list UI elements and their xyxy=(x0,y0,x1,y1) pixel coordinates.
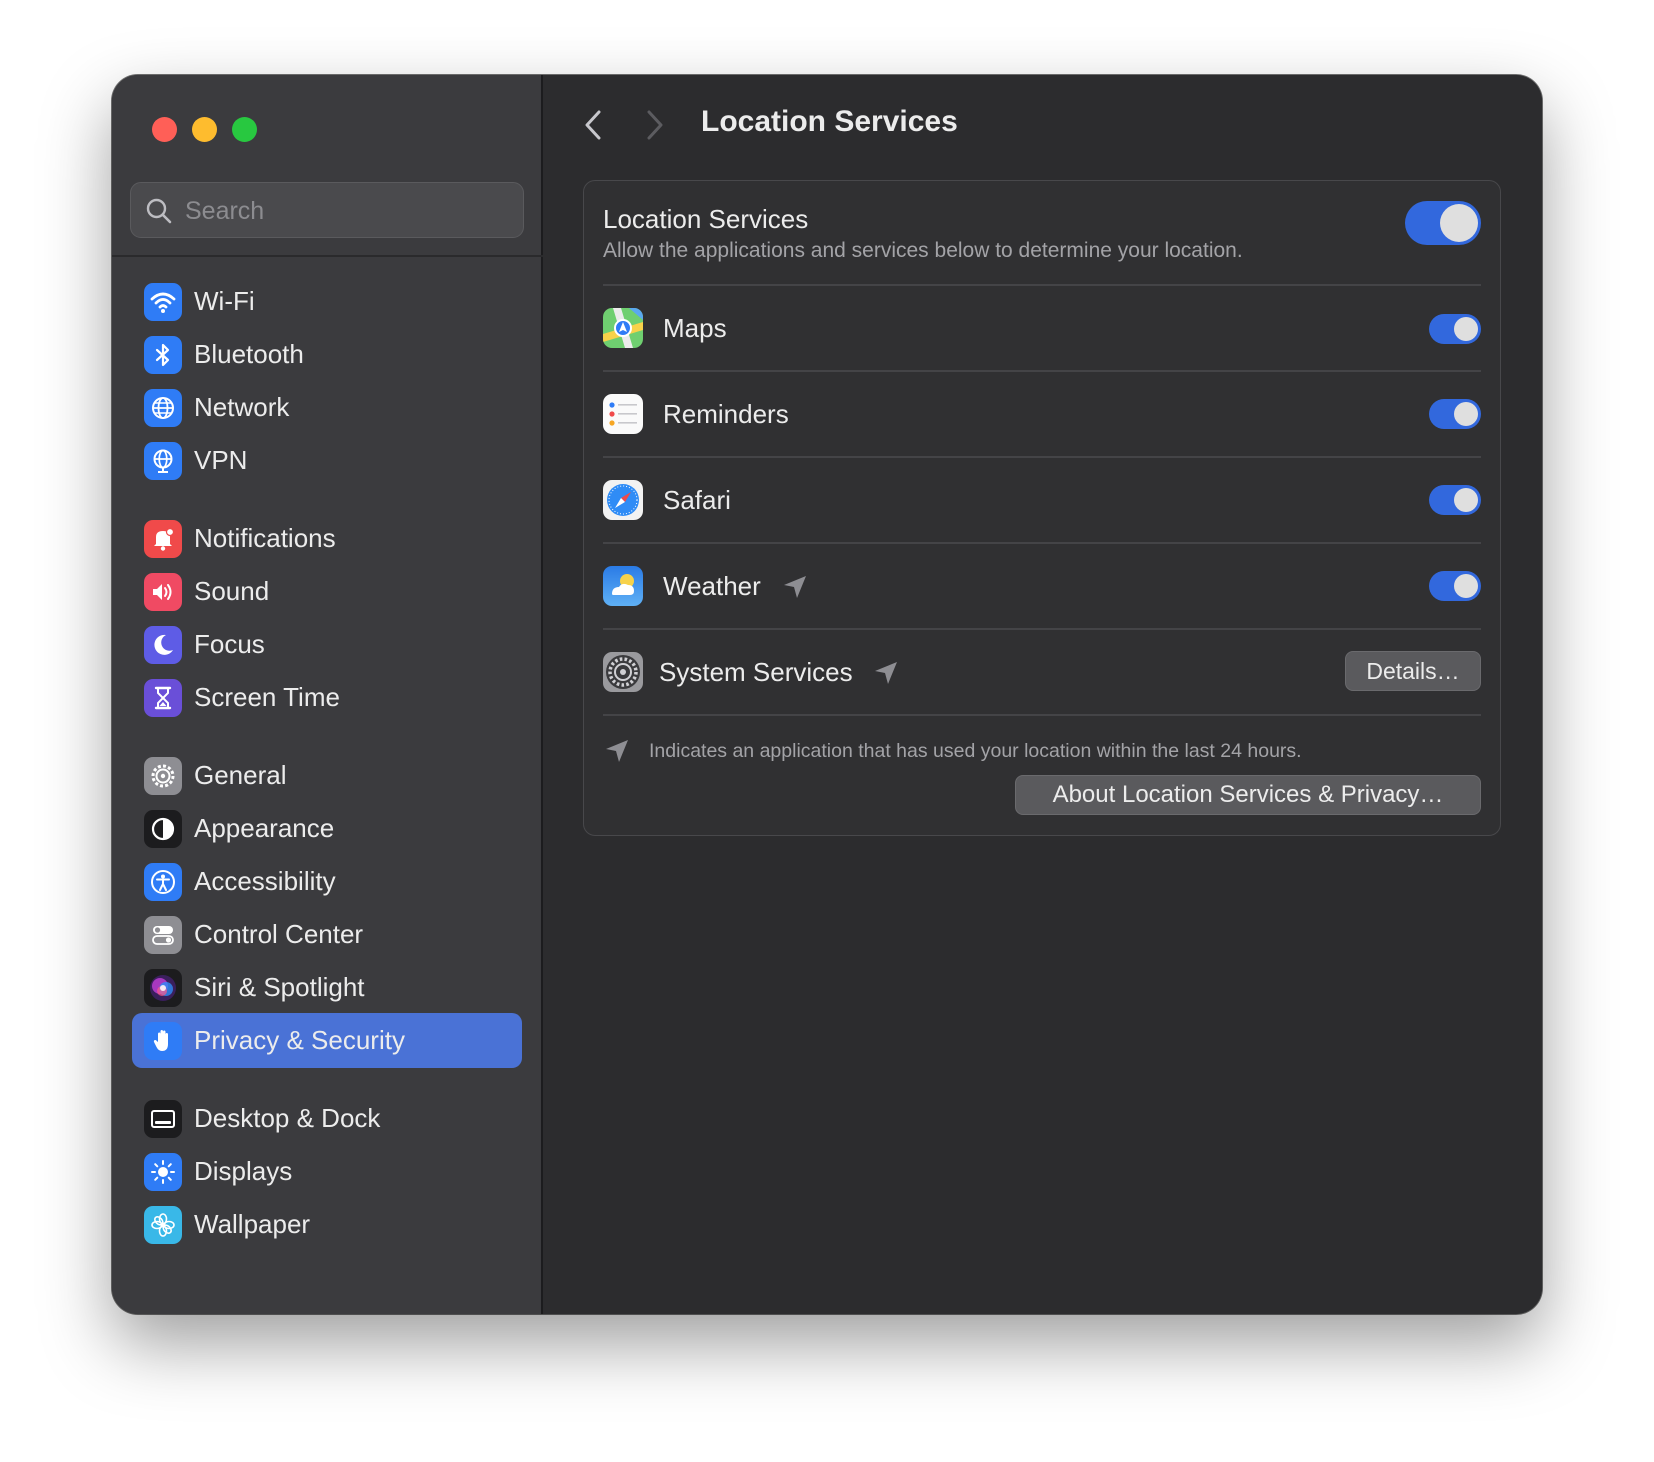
sidebar-item-label: General xyxy=(194,760,287,790)
sidebar-item-label: Wi-Fi xyxy=(194,286,255,316)
page-title: Location Services xyxy=(701,105,958,138)
accessibility-icon xyxy=(144,863,182,901)
app-name: Reminders xyxy=(663,399,789,429)
location-arrow-icon xyxy=(606,740,628,762)
appearance-icon xyxy=(144,810,182,848)
location-services-panel: Location Services Allow the applications… xyxy=(583,180,1501,836)
sidebar-item-network[interactable]: Network xyxy=(132,380,522,435)
app-row-system-services: System Services Details… xyxy=(584,629,1500,715)
main-pane: Location Services Location Services Allo… xyxy=(543,75,1542,1314)
bell-icon xyxy=(144,520,182,558)
system-gear-icon xyxy=(603,652,643,692)
sidebar-divider xyxy=(112,255,543,257)
sidebar-item-label: Bluetooth xyxy=(194,339,304,369)
safari-icon xyxy=(603,480,643,520)
gear-icon xyxy=(144,757,182,795)
location-services-toggle[interactable] xyxy=(1405,201,1481,245)
details-button[interactable]: Details… xyxy=(1345,651,1481,691)
app-row-weather: Weather xyxy=(584,543,1500,629)
about-location-privacy-button[interactable]: About Location Services & Privacy… xyxy=(1015,775,1481,815)
sidebar-item-screen-time[interactable]: Screen Time xyxy=(132,670,522,725)
sidebar-item-control-center[interactable]: Control Center xyxy=(132,907,522,962)
sidebar-item-wifi[interactable]: Wi-Fi xyxy=(132,274,522,329)
zoom-button[interactable] xyxy=(232,117,257,142)
wifi-icon xyxy=(144,283,182,321)
sidebar: Wi-Fi Bluetooth Network VPN Notificati xyxy=(112,75,543,1314)
reminders-icon xyxy=(603,394,643,434)
minimize-button[interactable] xyxy=(192,117,217,142)
sidebar-item-label: Appearance xyxy=(194,813,335,843)
toggles-icon xyxy=(144,916,182,954)
dock-icon xyxy=(144,1100,182,1138)
sidebar-item-displays[interactable]: Displays xyxy=(132,1144,522,1199)
sidebar-item-bluetooth[interactable]: Bluetooth xyxy=(132,327,522,382)
hand-icon xyxy=(144,1022,182,1060)
weather-icon xyxy=(603,566,643,606)
location-arrow-icon xyxy=(784,576,806,598)
sidebar-item-label: Displays xyxy=(194,1156,293,1186)
flower-icon xyxy=(144,1206,182,1244)
close-button[interactable] xyxy=(152,117,177,142)
app-name: Maps xyxy=(663,313,727,343)
maps-location-toggle[interactable] xyxy=(1429,314,1481,344)
sidebar-item-label: Accessibility xyxy=(194,866,336,896)
speaker-icon xyxy=(144,573,182,611)
sidebar-item-label: Control Center xyxy=(194,919,364,949)
hourglass-icon xyxy=(144,679,182,717)
siri-icon xyxy=(144,969,182,1007)
bluetooth-icon xyxy=(144,336,182,374)
search-field[interactable] xyxy=(130,182,524,238)
sidebar-item-siri-spotlight[interactable]: Siri & Spotlight xyxy=(132,960,522,1015)
sidebar-item-notifications[interactable]: Notifications xyxy=(132,511,522,566)
sidebar-item-label: Sound xyxy=(194,576,270,606)
sidebar-item-label: Siri & Spotlight xyxy=(194,972,365,1002)
search-input[interactable] xyxy=(183,193,507,229)
app-name: Weather xyxy=(663,571,761,601)
location-arrow-icon xyxy=(875,662,897,684)
sidebar-item-appearance[interactable]: Appearance xyxy=(132,801,522,856)
sidebar-item-label: Notifications xyxy=(194,523,336,553)
safari-location-toggle[interactable] xyxy=(1429,485,1481,515)
app-row-reminders: Reminders xyxy=(584,371,1500,457)
moon-icon xyxy=(144,626,182,664)
location-services-description: Allow the applications and services belo… xyxy=(603,239,1243,262)
sidebar-item-general[interactable]: General xyxy=(132,748,522,803)
sidebar-item-label: Focus xyxy=(194,629,265,659)
forward-arrow-icon[interactable] xyxy=(641,108,667,142)
toggle-knob xyxy=(1454,574,1478,598)
app-row-maps: Maps xyxy=(584,285,1500,371)
sidebar-item-sound[interactable]: Sound xyxy=(132,564,522,619)
row-divider xyxy=(603,714,1481,716)
vpn-globe-icon xyxy=(144,442,182,480)
sidebar-item-label: VPN xyxy=(194,445,248,475)
location-services-title: Location Services xyxy=(603,204,809,234)
sidebar-item-label: Wallpaper xyxy=(194,1209,311,1239)
sidebar-item-label: Privacy & Security xyxy=(194,1025,405,1055)
maps-icon xyxy=(603,308,643,348)
weather-location-toggle[interactable] xyxy=(1429,571,1481,601)
back-arrow-icon[interactable] xyxy=(581,108,607,142)
sidebar-item-accessibility[interactable]: Accessibility xyxy=(132,854,522,909)
search-icon xyxy=(146,198,172,224)
sun-icon xyxy=(144,1153,182,1191)
app-name: System Services xyxy=(659,657,853,687)
app-name: Safari xyxy=(663,485,731,515)
sidebar-item-focus[interactable]: Focus xyxy=(132,617,522,672)
globe-icon xyxy=(144,389,182,427)
sidebar-item-label: Desktop & Dock xyxy=(194,1103,381,1133)
sidebar-item-wallpaper[interactable]: Wallpaper xyxy=(132,1197,522,1252)
sidebar-item-label: Network xyxy=(194,392,290,422)
app-row-safari: Safari xyxy=(584,457,1500,543)
toggle-knob xyxy=(1454,317,1478,341)
toggle-knob xyxy=(1454,402,1478,426)
sidebar-item-label: Screen Time xyxy=(194,682,340,712)
toggle-knob xyxy=(1440,204,1478,242)
toggle-knob xyxy=(1454,488,1478,512)
sidebar-item-privacy-security[interactable]: Privacy & Security xyxy=(132,1013,522,1068)
reminders-location-toggle[interactable] xyxy=(1429,399,1481,429)
sidebar-item-desktop-dock[interactable]: Desktop & Dock xyxy=(132,1091,522,1146)
legend-text: Indicates an application that has used y… xyxy=(649,740,1302,762)
sidebar-item-vpn[interactable]: VPN xyxy=(132,433,522,488)
settings-window: Wi-Fi Bluetooth Network VPN Notificati xyxy=(112,75,1542,1314)
